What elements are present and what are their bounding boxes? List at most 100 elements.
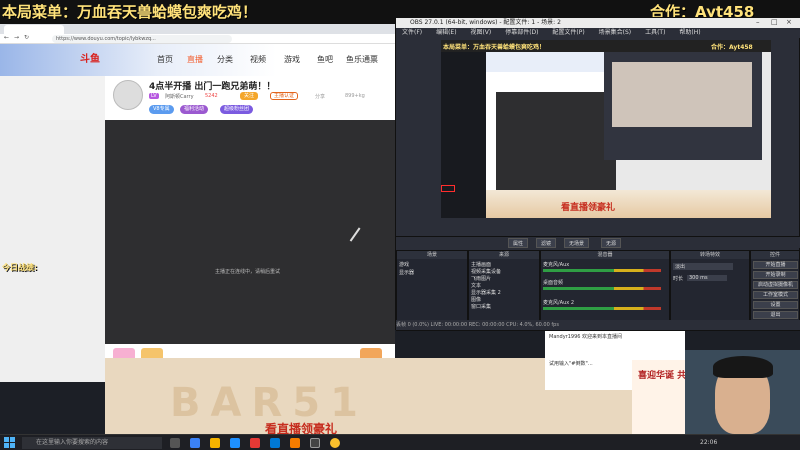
source-item[interactable]: 显示器采集 2: [471, 289, 501, 296]
menu-profile[interactable]: 配置文件(P): [552, 29, 584, 36]
menu-help[interactable]: 帮助(H): [679, 29, 700, 36]
no-scene-label: 无场景: [564, 238, 590, 248]
anchor-name[interactable]: 阿斯顿Carry: [165, 93, 194, 100]
settings-button[interactable]: 设置: [753, 301, 798, 309]
nav-video[interactable]: 视频: [250, 54, 266, 65]
source-item[interactable]: 文本: [471, 282, 481, 289]
vip-pill[interactable]: V8专属: [149, 105, 174, 114]
loading-graphic: [349, 227, 371, 249]
maximize-icon[interactable]: □: [771, 18, 778, 26]
taskbar-search[interactable]: 在这里输入你要搜索的内容: [22, 437, 162, 449]
obs-status-bar: 丢帧 0 (0.0%) LIVE: 00:00:00 REC: 00:00:00…: [396, 320, 800, 330]
obs-preview[interactable]: 本局菜单：万血吞天兽蛤蟆包爽吃鸡！ 合作：Ayt458 看直播领豪礼: [441, 40, 771, 218]
sources-dock: 来源 主播画面 视频采集设备 飞雨图片 文本 显示器采集 2 图像 窗口采集: [468, 250, 540, 331]
exit-button[interactable]: 退出: [753, 311, 798, 319]
no-source-label: 无源: [601, 238, 622, 248]
obs-title-bar: OBS 27.0.1 (64-bit, windows) - 配置文件: 1 -…: [396, 18, 800, 28]
preview-banner-right: 合作：Ayt458: [711, 44, 753, 51]
nav-ticket[interactable]: 鱼乐通票: [346, 54, 378, 65]
menu-view[interactable]: 视图(V): [470, 29, 491, 36]
nav-game[interactable]: 游戏: [284, 54, 300, 65]
nav-category[interactable]: 分类: [217, 54, 233, 65]
url-field[interactable]: https://www.douyu.com/topic/lybkwzq...: [52, 35, 232, 43]
start-recording-button[interactable]: 开始录制: [753, 271, 798, 279]
back-icon[interactable]: ←: [4, 34, 9, 41]
menu-scene-collection[interactable]: 场景集合(S): [599, 29, 632, 36]
fans-count: 5242: [205, 93, 218, 99]
obs-taskbar-icon[interactable]: [310, 438, 320, 448]
menu-file[interactable]: 文件(F): [402, 29, 422, 36]
chrome-icon[interactable]: [330, 438, 340, 448]
task-view-icon[interactable]: [170, 438, 180, 448]
hair-shape: [713, 356, 773, 378]
source-item[interactable]: 图像: [471, 296, 481, 303]
transitions-dock: 转场特效 淡出 时长 300 ms: [670, 250, 750, 331]
sources-title: 来源: [469, 251, 539, 259]
store-icon[interactable]: [230, 438, 240, 448]
audio-meter: [543, 287, 661, 290]
preview-bottom-text: 看直播领豪礼: [561, 203, 616, 213]
source-item[interactable]: 主播画面: [471, 261, 491, 268]
reload-icon[interactable]: ↻: [24, 34, 29, 41]
properties-button[interactable]: 属性: [508, 238, 529, 248]
room-title: 4点半开播 出门一跑兄弟萌！！: [149, 82, 276, 92]
chat-message: Mandyr1996 欢迎来到本直播间: [549, 334, 623, 340]
follow-button[interactable]: 关注: [240, 92, 259, 100]
transitions-title: 转场特效: [671, 251, 749, 259]
system-clock[interactable]: 22:06: [700, 439, 717, 446]
studio-mode-button[interactable]: 工作室模式: [753, 291, 798, 299]
douyu-logo[interactable]: 斗鱼: [40, 50, 100, 70]
preview-nested-screen: [486, 52, 771, 197]
source-item[interactable]: 窗口采集: [471, 303, 491, 310]
app-icon[interactable]: [250, 438, 260, 448]
browser-tab-bar: [0, 24, 395, 35]
start-streaming-button[interactable]: 开始直播: [753, 261, 798, 269]
fan-club-pill[interactable]: 超级粉丝团: [220, 105, 254, 114]
scene-item[interactable]: 游戏: [399, 261, 409, 268]
minimize-icon[interactable]: –: [756, 18, 760, 26]
avatar[interactable]: [113, 80, 143, 110]
welfare-pill[interactable]: 福利活动: [180, 105, 209, 114]
selection-box[interactable]: [441, 185, 455, 192]
app-icon[interactable]: [270, 438, 280, 448]
source-item[interactable]: 视频采集设备: [471, 268, 501, 275]
controls-title: 控件: [751, 251, 799, 259]
menu-tools[interactable]: 工具(T): [645, 29, 665, 36]
app-icon[interactable]: [290, 438, 300, 448]
webcam-view: [685, 350, 800, 434]
nav-home[interactable]: 首页: [157, 54, 173, 65]
video-player[interactable]: 主播正在连线中，请稍后重试: [105, 120, 395, 368]
menu-docks[interactable]: 停靠部件(D): [505, 29, 538, 36]
share-link[interactable]: 分享: [315, 93, 325, 100]
level-badge: LV: [149, 93, 159, 99]
left-sidebar: [0, 120, 105, 382]
forward-icon[interactable]: →: [14, 34, 19, 41]
mixer-dock: 混音器 麦克风/Aux 桌面音频 麦克风/Aux 2: [540, 250, 670, 331]
video-status-message: 主播正在连线中，请稍后重试: [215, 269, 281, 275]
nav-live[interactable]: 直播: [187, 54, 203, 65]
duration-field[interactable]: 300 ms: [687, 275, 727, 281]
mixer-channel: 麦克风/Aux 2: [543, 300, 575, 306]
browser-window: ← → ↻ https://www.douyu.com/topic/lybkwz…: [0, 24, 395, 382]
source-item[interactable]: 飞雨图片: [471, 275, 491, 282]
menu-edit[interactable]: 编辑(E): [436, 29, 456, 36]
obs-source-toolbar: 属性 滤镜 无场景 无源: [396, 236, 800, 248]
verify-button[interactable]: 主播认证: [270, 92, 299, 100]
mixer-channel: 麦克风/Aux: [543, 262, 570, 268]
obs-window: OBS 27.0.1 (64-bit, windows) - 配置文件: 1 -…: [395, 17, 800, 331]
windows-start-icon[interactable]: [4, 437, 15, 448]
preview-bottom-banner: 看直播领豪礼: [486, 190, 771, 218]
explorer-icon[interactable]: [210, 438, 220, 448]
virtual-camera-button[interactable]: 启动虚拟摄像机: [753, 281, 798, 289]
controls-dock: 控件 开始直播 开始录制 启动虚拟摄像机 工作室模式 设置 退出: [750, 250, 800, 331]
filters-button[interactable]: 滤镜: [536, 238, 557, 248]
preview-browser: [486, 52, 616, 197]
scene-item[interactable]: 显示器: [399, 269, 414, 276]
preview-obs-canvas: [612, 62, 752, 127]
edge-icon[interactable]: [190, 438, 200, 448]
nav-yuba[interactable]: 鱼吧: [317, 54, 333, 65]
obs-menu-bar: 文件(F) 编辑(E) 视图(V) 停靠部件(D) 配置文件(P) 场景集合(S…: [396, 28, 800, 38]
transition-select[interactable]: 淡出: [673, 263, 733, 270]
preview-browser-header: [486, 52, 616, 72]
close-icon[interactable]: ×: [786, 18, 792, 26]
